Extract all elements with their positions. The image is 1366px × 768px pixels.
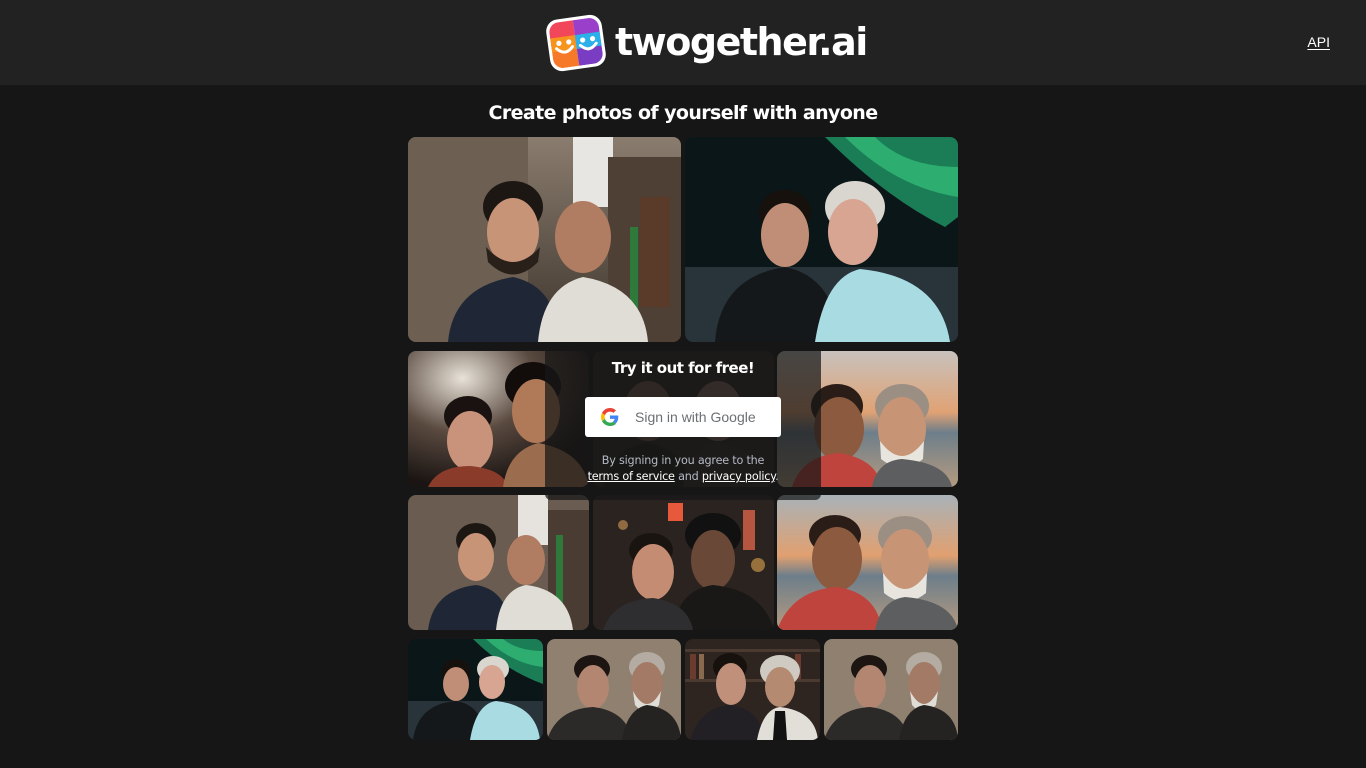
gallery-photo: [408, 495, 589, 630]
google-g-icon: [601, 408, 619, 426]
gallery-photo: [685, 137, 958, 342]
google-signin-label: Sign in with Google: [635, 409, 756, 425]
signin-title: Try it out for free!: [611, 359, 755, 377]
gallery-photo: [777, 495, 958, 630]
signin-panel: Try it out for free! Sign in with Google…: [545, 342, 821, 500]
page-title: Create photos of yourself with anyone: [488, 102, 879, 124]
gallery-photo: [547, 639, 681, 740]
smiley-faces-icon: [545, 13, 607, 73]
gallery-photo: [593, 495, 774, 630]
gallery-photo: [685, 639, 820, 740]
gallery-photo: [408, 639, 543, 740]
privacy-policy-link[interactable]: privacy policy: [702, 470, 775, 483]
terms-of-service-link[interactable]: terms of service: [588, 470, 675, 483]
legal-notice: By signing in you agree to the terms of …: [545, 453, 821, 485]
gallery-photo: [408, 137, 681, 342]
legal-and: and: [678, 470, 699, 483]
top-bar: twogether.ai API: [0, 0, 1366, 85]
api-link[interactable]: API: [1307, 34, 1330, 50]
google-signin-button[interactable]: Sign in with Google: [585, 397, 781, 437]
legal-prefix: By signing in you agree to the: [601, 454, 765, 467]
legal-suffix: .: [775, 470, 779, 483]
gallery-photo: [824, 639, 958, 740]
logo-link[interactable]: twogether.ai: [545, 12, 868, 74]
logo-wordmark: twogether.ai: [615, 20, 868, 64]
